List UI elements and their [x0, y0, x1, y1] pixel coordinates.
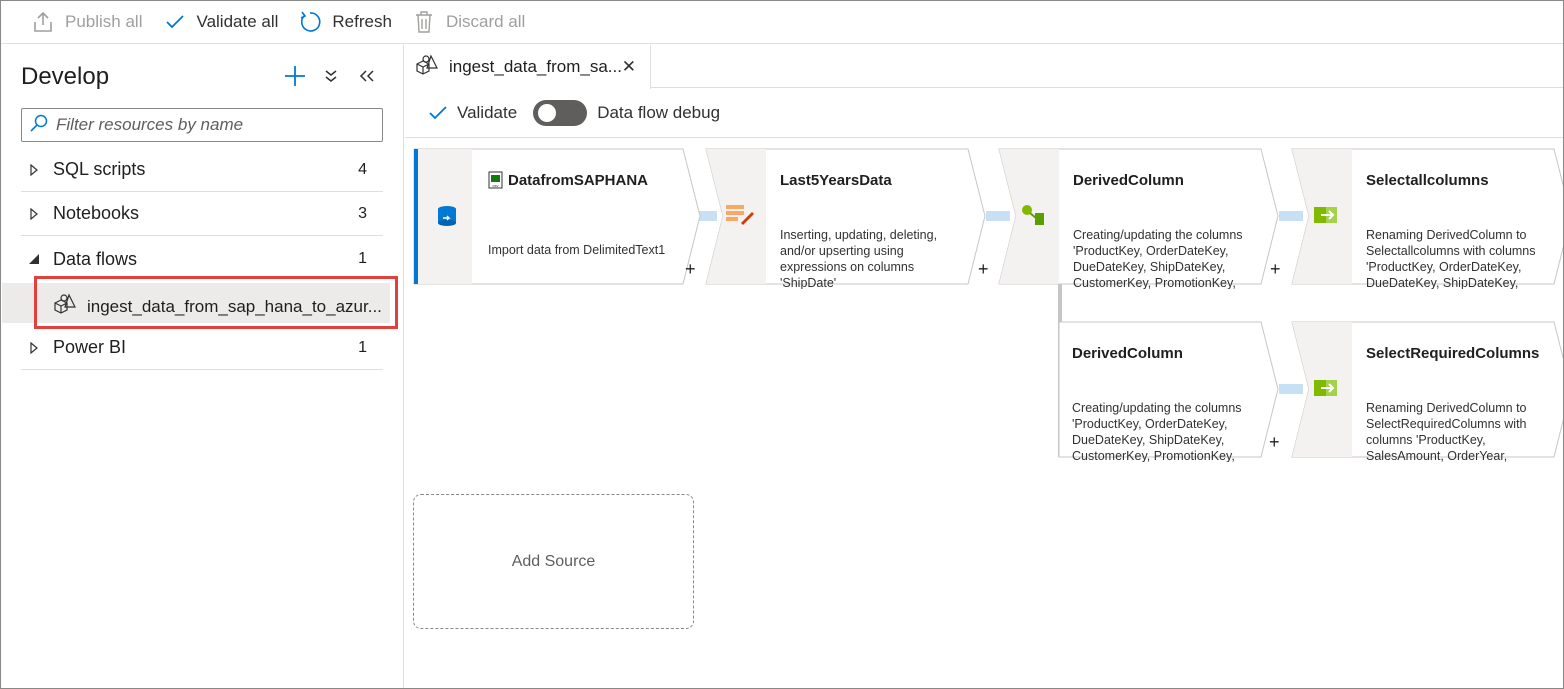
refresh-button[interactable]: Refresh [298, 1, 392, 44]
add-transform-button[interactable]: + [1270, 259, 1281, 280]
flow-node-select-required[interactable]: SelectRequiredColumns Renaming DerivedCo… [1291, 321, 1563, 462]
select-icon [1313, 205, 1339, 230]
node-title: Last5YearsData [780, 172, 892, 189]
refresh-label: Refresh [332, 12, 392, 31]
search-icon [30, 114, 48, 137]
tab-dataflow[interactable]: ingest_data_from_sa... ✕ [405, 45, 651, 89]
add-source-button[interactable]: Add Source [413, 494, 694, 629]
add-transform-button[interactable]: + [685, 259, 696, 280]
validate-button[interactable]: Validate [429, 103, 517, 123]
flow-node-derived-column[interactable]: DerivedColumn Creating/updating the colu… [998, 148, 1286, 289]
caret-right-icon [23, 207, 45, 220]
node-description: Creating/updating the columns 'ProductKe… [1072, 401, 1242, 462]
node-title: Selectallcolumns [1366, 172, 1489, 189]
svg-text:csv: csv [493, 183, 499, 188]
tree-group-count: 1 [358, 338, 367, 356]
node-title: DerivedColumn [1072, 345, 1183, 362]
tree-group-count: 3 [358, 204, 367, 222]
flow-node-source[interactable]: csv DatafromSAPHANA Import data from Del… [413, 148, 701, 285]
node-description: Creating/updating the columns 'ProductKe… [1073, 228, 1243, 289]
filter-box[interactable] [21, 108, 383, 142]
add-transform-button[interactable]: + [978, 259, 989, 280]
dataflow-icon [415, 53, 439, 81]
node-title: DatafromSAPHANA [508, 172, 649, 189]
tree-group-label: Power BI [53, 337, 127, 357]
dataflow-toolbar: Validate Data flow debug [405, 88, 1563, 138]
develop-panel: Develop SQL scripts 4 Notebooks 3 [1, 45, 404, 688]
refresh-icon [298, 10, 322, 34]
tab-label: ingest_data_from_sa... [449, 57, 622, 76]
csv-file-icon: csv [488, 171, 503, 194]
flow-node-select-all[interactable]: Selectallcolumns Renaming DerivedColumn … [1291, 148, 1563, 289]
collapse-all-icon[interactable] [320, 63, 342, 89]
caret-right-icon [23, 163, 45, 176]
discard-all-button[interactable]: Discard all [412, 1, 525, 44]
dataflow-canvas[interactable]: csv DatafromSAPHANA Import data from Del… [405, 139, 1563, 688]
publish-icon [31, 10, 55, 34]
tree-group-count: 4 [358, 160, 367, 178]
tree-group-count: 1 [358, 250, 367, 267]
node-description: Import data from DelimitedText1 [488, 243, 666, 257]
tab-bar: ingest_data_from_sa... ✕ [405, 45, 1563, 89]
toggle-knob [538, 103, 557, 122]
tree-group-label: Notebooks [53, 203, 140, 223]
panel-actions [284, 63, 378, 89]
publish-all-label: Publish all [65, 12, 143, 31]
add-transform-button[interactable]: + [1269, 432, 1280, 453]
add-source-label: Add Source [511, 552, 596, 570]
node-title: DerivedColumn [1073, 172, 1184, 189]
flow-node-alterrow[interactable]: Last5YearsData Inserting, updating, dele… [705, 148, 993, 289]
flow-node-derived-column-2[interactable]: DerivedColumn Creating/updating the colu… [1058, 321, 1286, 462]
discard-all-label: Discard all [445, 12, 526, 31]
node-title: SelectRequiredColumns [1366, 345, 1540, 362]
highlight-box [34, 276, 398, 329]
select-icon [1313, 378, 1339, 403]
caret-down-icon [23, 253, 45, 265]
validate-all-label: Validate all [196, 12, 279, 31]
debug-label: Data flow debug [597, 102, 721, 122]
panel-title: Develop [21, 63, 110, 90]
tree-group-power-bi[interactable]: Power BI 1 [21, 326, 383, 370]
node-description: Inserting, updating, deleting, and/or up… [780, 228, 938, 289]
tree-group-label: Data flows [53, 248, 138, 269]
tree-group-data-flows[interactable]: Data flows 1 [21, 237, 383, 281]
caret-right-icon [23, 341, 45, 354]
trash-icon [412, 10, 436, 34]
checkmark-icon [163, 10, 187, 34]
debug-toggle[interactable] [533, 99, 588, 126]
tree-group-sql-scripts[interactable]: SQL scripts 4 [21, 148, 383, 192]
filter-input[interactable] [56, 115, 366, 135]
add-icon[interactable] [284, 63, 306, 89]
tree-group-notebooks[interactable]: Notebooks 3 [21, 192, 383, 236]
close-icon[interactable]: ✕ [622, 57, 636, 77]
alter-row-icon [725, 203, 755, 232]
source-icon [437, 205, 457, 232]
collapse-panel-icon[interactable] [356, 63, 378, 89]
node-description: Renaming DerivedColumn to Selectallcolum… [1366, 228, 1536, 289]
validate-label: Validate [457, 102, 518, 122]
top-toolbar: Publish all Validate all Refresh Discard… [1, 1, 1563, 44]
validate-all-button[interactable]: Validate all [163, 1, 279, 44]
checkmark-icon [429, 105, 447, 119]
derived-column-icon [1020, 203, 1046, 232]
node-description: Renaming DerivedColumn to SelectRequired… [1366, 401, 1527, 462]
tree-group-label: SQL scripts [53, 159, 146, 179]
publish-all-button[interactable]: Publish all [31, 1, 143, 44]
